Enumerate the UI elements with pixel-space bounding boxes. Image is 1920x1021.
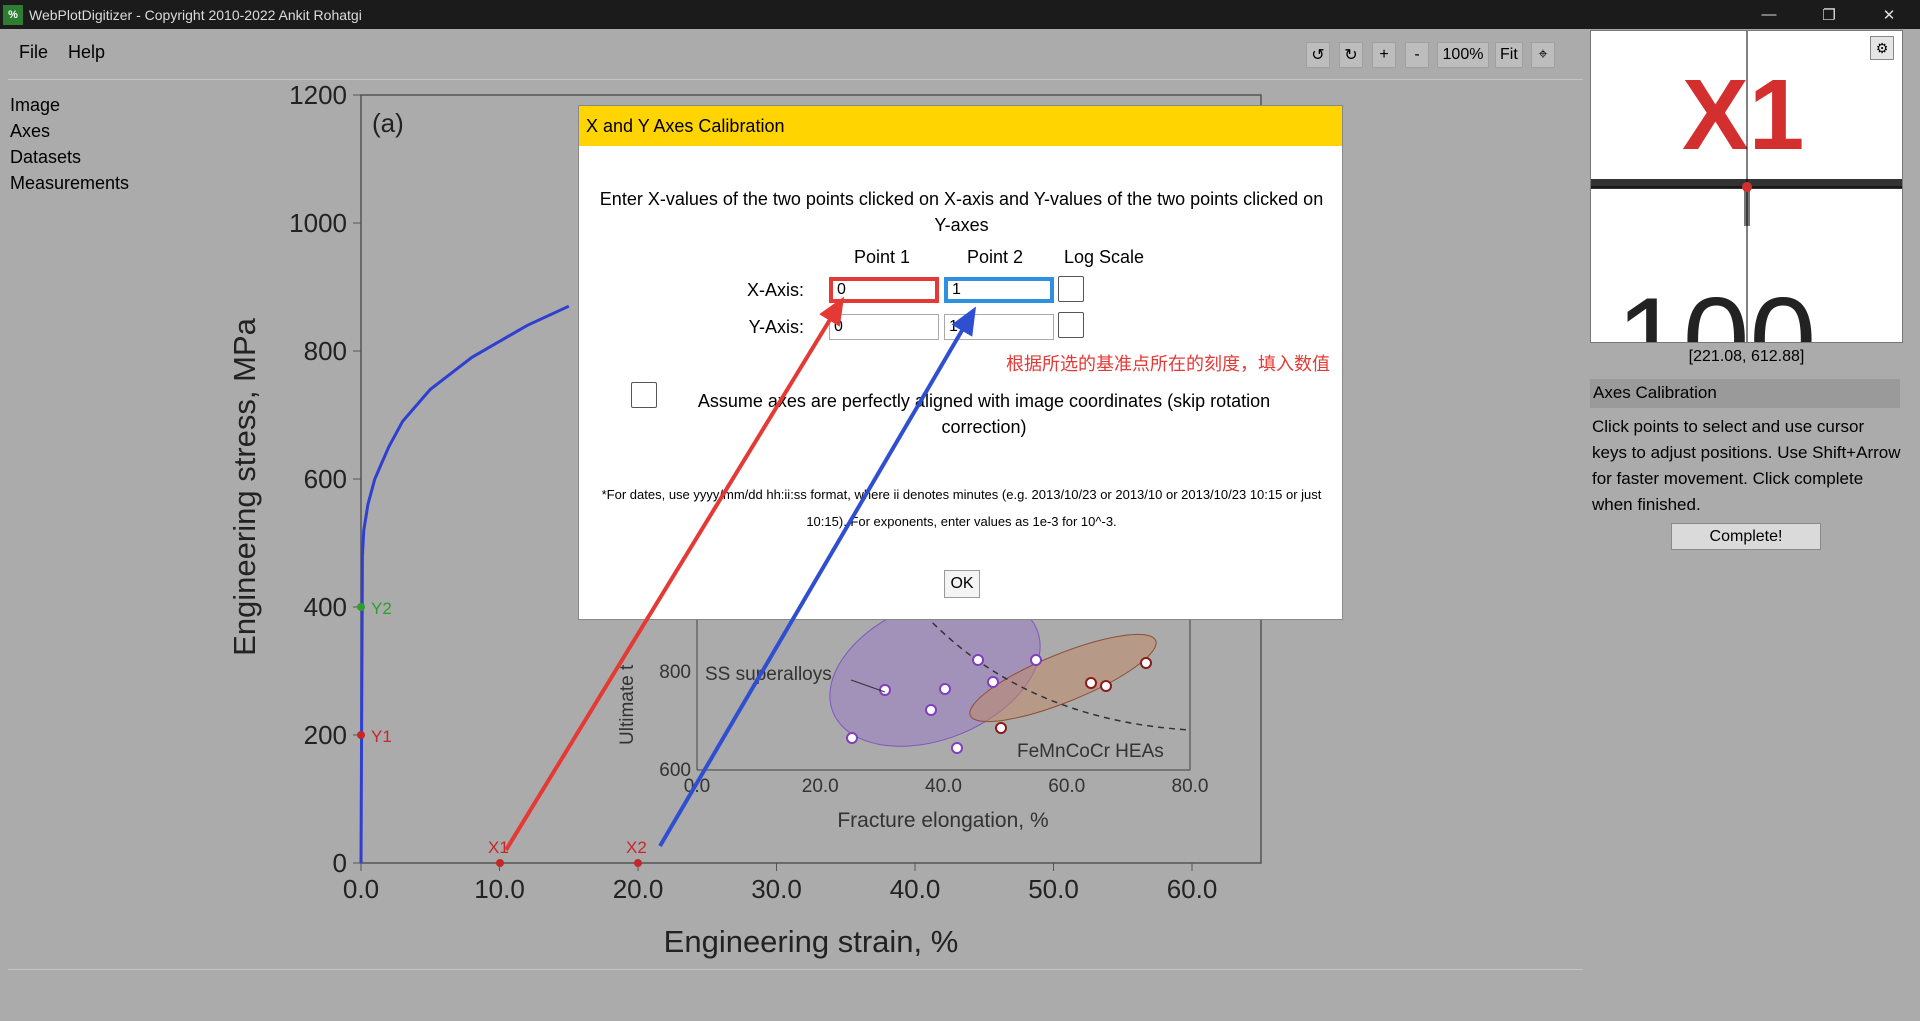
col-point1: Point 1 (854, 247, 911, 267)
stress-strain-curve (359, 304, 570, 864)
sidebar-item-datasets[interactable]: Datasets (10, 147, 81, 168)
calibration-point-y2 (357, 603, 365, 611)
sidebar-item-measurements[interactable]: Measurements (10, 173, 129, 194)
calibration-point-x1 (496, 859, 504, 867)
menu-file[interactable]: File (19, 42, 48, 63)
y-tick-label: 800 (304, 336, 347, 366)
y-log-scale-checkbox[interactable] (1058, 312, 1084, 338)
dialog-title: X and Y Axes Calibration (579, 106, 1342, 146)
inset-x-label: Fracture elongation, % (837, 809, 1048, 832)
label-x2: X2 (626, 838, 647, 857)
complete-button[interactable]: Complete! (1671, 523, 1821, 550)
inset-y-tick-label: 600 (659, 760, 691, 781)
cursor-coords: [221.08, 612.88] (1688, 348, 1805, 365)
col-point2: Point 2 (967, 247, 1024, 267)
x-axis-label: Engineering strain, % (664, 924, 959, 959)
col-log-scale: Log Scale (1064, 247, 1145, 267)
inset-x-tick-label: 40.0 (925, 776, 962, 797)
zoom-out-button[interactable]: - (1405, 42, 1429, 68)
x-axis-label: X-Axis: (746, 280, 804, 300)
axes-calibration-instructions: Click points to select and use cursor ke… (1592, 417, 1901, 514)
y-axis-label: Y-Axis: (748, 317, 804, 337)
y-tick-label: 1000 (289, 208, 347, 238)
inset-x-tick-label: 80.0 (1172, 776, 1209, 797)
x-point1-input[interactable] (829, 277, 939, 303)
menu-help[interactable]: Help (68, 42, 105, 63)
axes-calibration-heading: Axes Calibration (1590, 379, 1900, 408)
zoom-preview-digits: 100 (1616, 273, 1816, 343)
dialog-footnote: *For dates, use yyyy/mm/dd hh:ii:ss form… (601, 487, 1322, 529)
label-y1: Y1 (371, 727, 392, 746)
y-point2-input[interactable] (944, 314, 1054, 340)
status-divider (8, 969, 1583, 970)
y-tick-label: 400 (304, 592, 347, 622)
inset-x-tick-label: 20.0 (802, 776, 839, 797)
fit-button[interactable]: Fit (1495, 42, 1523, 68)
x-tick-label: 30.0 (751, 874, 802, 904)
x-tick-label: 40.0 (890, 874, 941, 904)
zoom-level[interactable]: 100% (1437, 42, 1489, 68)
rotate-ccw-icon[interactable]: ↺ (1306, 42, 1330, 68)
ok-button[interactable]: OK (944, 570, 980, 598)
calibration-point-y1 (357, 731, 365, 739)
label-y2: Y2 (371, 599, 392, 618)
inset-y-label: Ultimate t (617, 664, 638, 745)
y-point1-input[interactable] (829, 314, 939, 340)
app-icon: % (3, 4, 23, 25)
x-tick-label: 10.0 (474, 874, 525, 904)
window-title: WebPlotDigitizer - Copyright 2010-2022 A… (29, 6, 362, 23)
zoom-preview: X1 100 (1590, 30, 1903, 343)
y-tick-label: 600 (304, 464, 347, 494)
calibration-point-x2 (634, 859, 642, 867)
x-point2-input[interactable] (944, 277, 1054, 303)
rotate-cw-icon[interactable]: ↻ (1339, 42, 1363, 68)
label-x1: X1 (488, 838, 509, 857)
inset-x-tick-label: 60.0 (1048, 776, 1085, 797)
assume-aligned-label: Assume axes are perfectly aligned with i… (697, 391, 1271, 437)
x-tick-label: 60.0 (1167, 874, 1218, 904)
sidebar-item-axes[interactable]: Axes (10, 121, 50, 142)
x-log-scale-checkbox[interactable] (1058, 276, 1084, 302)
zoom-settings-gear-icon[interactable]: ⚙ (1870, 36, 1894, 60)
dialog-instructions: Enter X-values of the two points clicked… (599, 189, 1324, 235)
y-tick-label: 1200 (289, 80, 347, 110)
annotation-note: 根据所选的基准点所在的刻度，填入数值 (1006, 354, 1330, 374)
zoom-preview-label: X1 (1682, 59, 1804, 171)
assume-aligned-checkbox[interactable] (631, 382, 657, 408)
sidebar-item-image[interactable]: Image (10, 95, 60, 116)
x-tick-label: 0.0 (343, 874, 379, 904)
close-button[interactable]: ✕ (1860, 0, 1918, 29)
x-tick-label: 50.0 (1028, 874, 1079, 904)
title-bar: % WebPlotDigitizer - Copyright 2010-2022… (0, 0, 1920, 29)
zoom-in-button[interactable]: + (1372, 42, 1396, 68)
y-tick-label: 200 (304, 720, 347, 750)
inset-label-hea: FeMnCoCr HEAs (1017, 741, 1164, 762)
crosshair-icon[interactable]: ⌖ (1531, 42, 1555, 68)
panel-label: (a) (372, 108, 404, 138)
inset-y-tick-label: 800 (659, 662, 691, 683)
maximize-button[interactable]: ❐ (1800, 0, 1858, 29)
inset-label-ss: SS superalloys (705, 664, 832, 685)
minimize-button[interactable]: — (1740, 0, 1798, 29)
x-tick-label: 20.0 (613, 874, 664, 904)
y-axis-label: Engineering stress, MPa (227, 317, 262, 655)
